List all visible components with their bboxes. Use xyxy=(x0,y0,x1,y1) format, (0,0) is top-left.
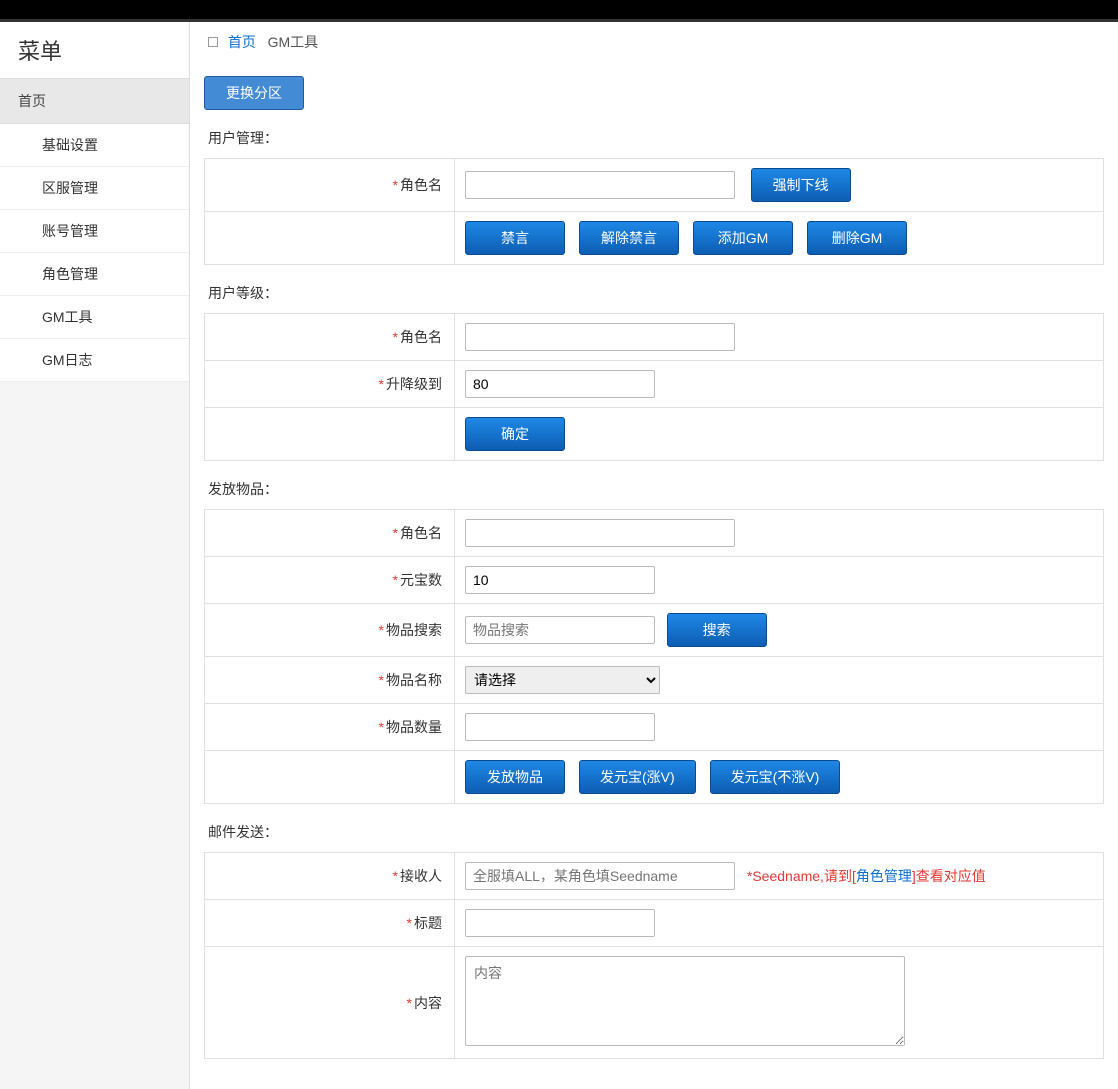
item-name-select[interactable]: 请选择 xyxy=(465,666,660,694)
sidebar-item-zone-manage[interactable]: 区服管理 xyxy=(0,167,189,210)
section-user-manage-title: 用户管理： xyxy=(208,128,1104,148)
breadcrumb-icon xyxy=(208,37,218,47)
item-count-label: 物品数量 xyxy=(386,719,442,735)
section-user-level-title: 用户等级： xyxy=(208,283,1104,303)
force-offline-button[interactable]: 强制下线 xyxy=(751,168,851,202)
user-manage-table: *角色名 强制下线 禁言 解除禁言 添加GM 删除GM xyxy=(204,158,1104,265)
breadcrumb-home-link[interactable]: 首页 xyxy=(228,34,256,50)
add-gm-button[interactable]: 添加GM xyxy=(693,221,793,255)
sidebar-item-role-manage[interactable]: 角色管理 xyxy=(0,253,189,296)
sidebar: 菜单 首页 基础设置 区服管理 账号管理 角色管理 GM工具 GM日志 xyxy=(0,22,190,1089)
give-item-button[interactable]: 发放物品 xyxy=(465,760,565,794)
give-item-table: *角色名 *元宝数 *物品搜索 搜索 *物品名称 xyxy=(204,509,1104,804)
item-count-input[interactable] xyxy=(465,713,655,741)
yuanbao-input[interactable] xyxy=(465,566,655,594)
item-search-input[interactable] xyxy=(465,616,655,644)
mail-hint-link[interactable]: 角色管理 xyxy=(856,868,912,884)
switch-zone-button[interactable]: 更换分区 xyxy=(204,76,304,110)
mail-table: *接收人 *Seedname,请到[角色管理]查看对应值 *标题 *内容 xyxy=(204,852,1104,1059)
mail-recipient-hint: *Seedname,请到[角色管理]查看对应值 xyxy=(747,868,986,884)
give-yuanbao-nov-button[interactable]: 发元宝(不涨V) xyxy=(710,760,841,794)
mail-content-textarea[interactable] xyxy=(465,956,905,1046)
role-name-label: 角色名 xyxy=(400,177,442,193)
mute-button[interactable]: 禁言 xyxy=(465,221,565,255)
item-name-label: 物品名称 xyxy=(386,672,442,688)
mail-recipient-input[interactable] xyxy=(465,862,735,890)
mail-recipient-label: 接收人 xyxy=(400,868,442,884)
top-bar xyxy=(0,0,1118,22)
level-to-label: 升降级到 xyxy=(386,376,442,392)
section-give-item-title: 发放物品： xyxy=(208,479,1104,499)
sidebar-item-gm-tools[interactable]: GM工具 xyxy=(0,296,189,339)
sidebar-title: 菜单 xyxy=(0,22,189,78)
give-yuanbao-v-button[interactable]: 发元宝(涨V) xyxy=(579,760,696,794)
unmute-button[interactable]: 解除禁言 xyxy=(579,221,679,255)
give-role-input[interactable] xyxy=(465,519,735,547)
item-search-button[interactable]: 搜索 xyxy=(667,613,767,647)
user-level-table: *角色名 *升降级到 确定 xyxy=(204,313,1104,461)
level-value-input[interactable] xyxy=(465,370,655,398)
sidebar-item-account-manage[interactable]: 账号管理 xyxy=(0,210,189,253)
mail-title-input[interactable] xyxy=(465,909,655,937)
level-role-input[interactable] xyxy=(465,323,735,351)
item-search-label: 物品搜索 xyxy=(386,622,442,638)
section-mail-title: 邮件发送： xyxy=(208,822,1104,842)
breadcrumb: 首页 GM工具 xyxy=(190,22,1118,62)
give-role-label: 角色名 xyxy=(400,525,442,541)
mail-content-label: 内容 xyxy=(414,995,442,1011)
main-content: 首页 GM工具 更换分区 用户管理： *角色名 强制下线 xyxy=(190,22,1118,1089)
role-name-input[interactable] xyxy=(465,171,735,199)
sidebar-item-basic-settings[interactable]: 基础设置 xyxy=(0,124,189,167)
sidebar-home[interactable]: 首页 xyxy=(0,78,189,124)
yuanbao-label: 元宝数 xyxy=(400,572,442,588)
breadcrumb-current: GM工具 xyxy=(268,34,319,50)
level-confirm-button[interactable]: 确定 xyxy=(465,417,565,451)
level-role-label: 角色名 xyxy=(400,329,442,345)
remove-gm-button[interactable]: 删除GM xyxy=(807,221,907,255)
mail-title-label: 标题 xyxy=(414,915,442,931)
sidebar-item-gm-logs[interactable]: GM日志 xyxy=(0,339,189,382)
